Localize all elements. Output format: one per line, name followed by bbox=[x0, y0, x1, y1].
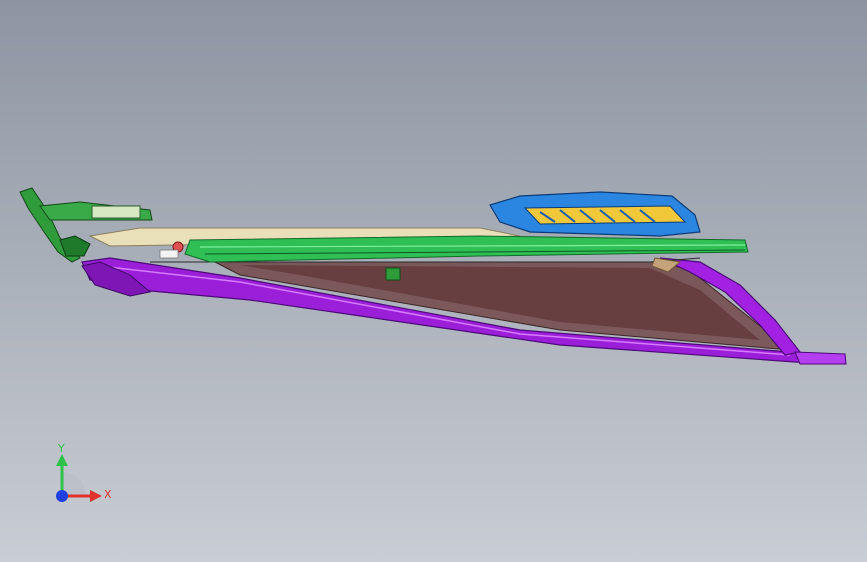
green-clip[interactable] bbox=[385, 267, 401, 281]
front-joint[interactable] bbox=[59, 235, 91, 257]
z-axis-dot bbox=[56, 490, 68, 502]
cad-model[interactable] bbox=[0, 0, 867, 562]
rear-tab[interactable] bbox=[794, 351, 847, 365]
front-link-clip[interactable] bbox=[91, 205, 141, 219]
y-axis-arrow bbox=[56, 454, 68, 466]
y-axis-label: Y bbox=[57, 442, 65, 455]
3d-viewport[interactable]: Y X bbox=[0, 0, 867, 562]
axis-triad: Y X bbox=[56, 442, 112, 502]
x-axis-arrow bbox=[90, 490, 102, 502]
x-axis-label: X bbox=[104, 488, 112, 501]
white-clip[interactable] bbox=[159, 249, 179, 259]
